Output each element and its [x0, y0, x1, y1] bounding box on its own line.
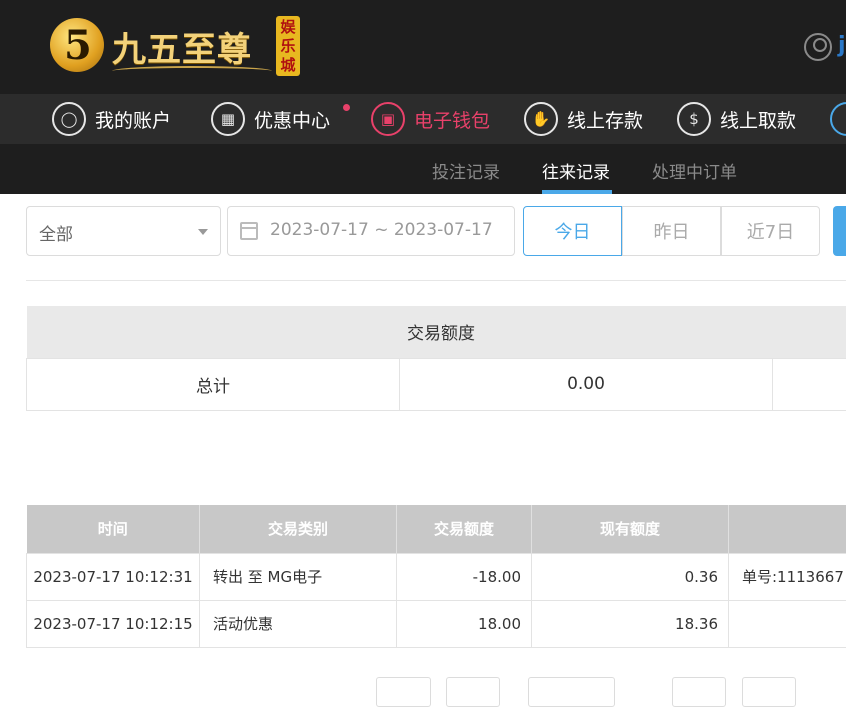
summary-extra-cell	[773, 358, 846, 410]
main-nav: ◯ 我的账户 ▦ 优惠中心 ▣ 电子钱包 ✋ 线上存款 $ 线上取款	[0, 94, 846, 144]
nav-label: 线上存款	[567, 106, 643, 133]
nav-item-promotions[interactable]: ▦ 优惠中心	[211, 94, 330, 144]
cell-amount: -18.00	[397, 553, 532, 600]
cell-type: 转出 至 MG电子	[200, 553, 397, 600]
quick-7days-button[interactable]: 近7日	[721, 206, 820, 256]
col-header-remark	[729, 505, 846, 553]
user-icon: ◯	[52, 102, 86, 136]
type-select[interactable]: 全部	[26, 206, 221, 256]
cell-amount: 18.00	[397, 600, 532, 647]
notification-dot	[343, 104, 350, 111]
cell-remark	[729, 600, 846, 647]
withdraw-icon: $	[677, 102, 711, 136]
brand-logo[interactable]: 5 九五至尊 娱乐城	[50, 14, 302, 82]
date-range-value: 2023-07-17 ~ 2023-07-17	[270, 220, 493, 240]
tab-transaction-records[interactable]: 往来记录	[542, 158, 610, 183]
col-header-amount: 交易额度	[397, 505, 532, 553]
nav-item-withdraw[interactable]: $ 线上取款	[677, 94, 796, 144]
col-header-balance: 现有额度	[532, 505, 729, 553]
nav-label: 电子钱包	[414, 106, 490, 133]
cell-balance: 18.36	[532, 600, 729, 647]
nav-label: 优惠中心	[254, 106, 330, 133]
divider	[26, 280, 846, 281]
summary-total: 0.00	[400, 358, 773, 410]
top-header: 5 九五至尊 娱乐城 j	[0, 0, 846, 94]
tab-pending-orders[interactable]: 处理中订单	[652, 158, 737, 183]
search-button[interactable]	[833, 206, 846, 256]
gift-icon: ▦	[211, 102, 245, 136]
date-range-input[interactable]: 2023-07-17 ~ 2023-07-17	[227, 206, 515, 256]
brand-stamp-text: 娱乐城	[276, 18, 300, 75]
quick-today-button[interactable]: 今日	[523, 206, 622, 256]
type-select-value: 全部	[39, 220, 73, 245]
calendar-icon	[240, 222, 258, 240]
pager-next-button[interactable]	[672, 677, 726, 707]
pager-page-input[interactable]	[528, 677, 615, 707]
cell-remark: 单号:1113667	[729, 553, 846, 600]
sub-nav: 投注记录 往来记录 处理中订单	[0, 144, 846, 194]
wallet-icon: ▣	[371, 102, 405, 136]
quick-yesterday-button[interactable]: 昨日	[622, 206, 721, 256]
nav-label: 线上取款	[720, 106, 796, 133]
brand-stamp: 娱乐城	[276, 16, 300, 76]
summary-row-label: 总计	[27, 358, 400, 410]
pager-last-button[interactable]	[742, 677, 796, 707]
cell-time: 2023-07-17 10:12:31	[27, 553, 200, 600]
pager-prev-button[interactable]	[446, 677, 500, 707]
pager-first-button[interactable]	[376, 677, 431, 707]
user-avatar-icon[interactable]	[804, 33, 832, 61]
cell-time: 2023-07-17 10:12:15	[27, 600, 200, 647]
table-row: 2023-07-17 10:12:31 转出 至 MG电子 -18.00 0.3…	[27, 553, 846, 600]
col-header-type: 交易类别	[200, 505, 397, 553]
tab-bet-records[interactable]: 投注记录	[432, 158, 500, 183]
nav-item-more[interactable]	[830, 94, 846, 144]
nav-item-e-wallet[interactable]: ▣ 电子钱包	[371, 94, 490, 144]
records-table: 时间 交易类别 交易额度 现有额度 2023-07-17 10:12:31 转出…	[26, 505, 846, 648]
more-icon	[830, 102, 846, 136]
nav-label: 我的账户	[95, 106, 171, 133]
nav-item-deposit[interactable]: ✋ 线上存款	[524, 94, 643, 144]
nav-item-my-account[interactable]: ◯ 我的账户	[52, 94, 171, 144]
username-text[interactable]: j	[838, 33, 846, 58]
col-header-time: 时间	[27, 505, 200, 553]
cell-balance: 0.36	[532, 553, 729, 600]
summary-table: 交易额度 总计 0.00	[26, 306, 846, 411]
cell-type: 活动优惠	[200, 600, 397, 647]
active-tab-indicator	[542, 190, 612, 194]
chevron-down-icon	[198, 229, 208, 235]
summary-header: 交易额度	[27, 306, 846, 358]
logo-emblem: 5	[50, 18, 104, 72]
table-row: 2023-07-17 10:12:15 活动优惠 18.00 18.36	[27, 600, 846, 647]
logo-flourish	[112, 66, 272, 76]
deposit-icon: ✋	[524, 102, 558, 136]
brand-name: 九五至尊	[112, 22, 252, 71]
